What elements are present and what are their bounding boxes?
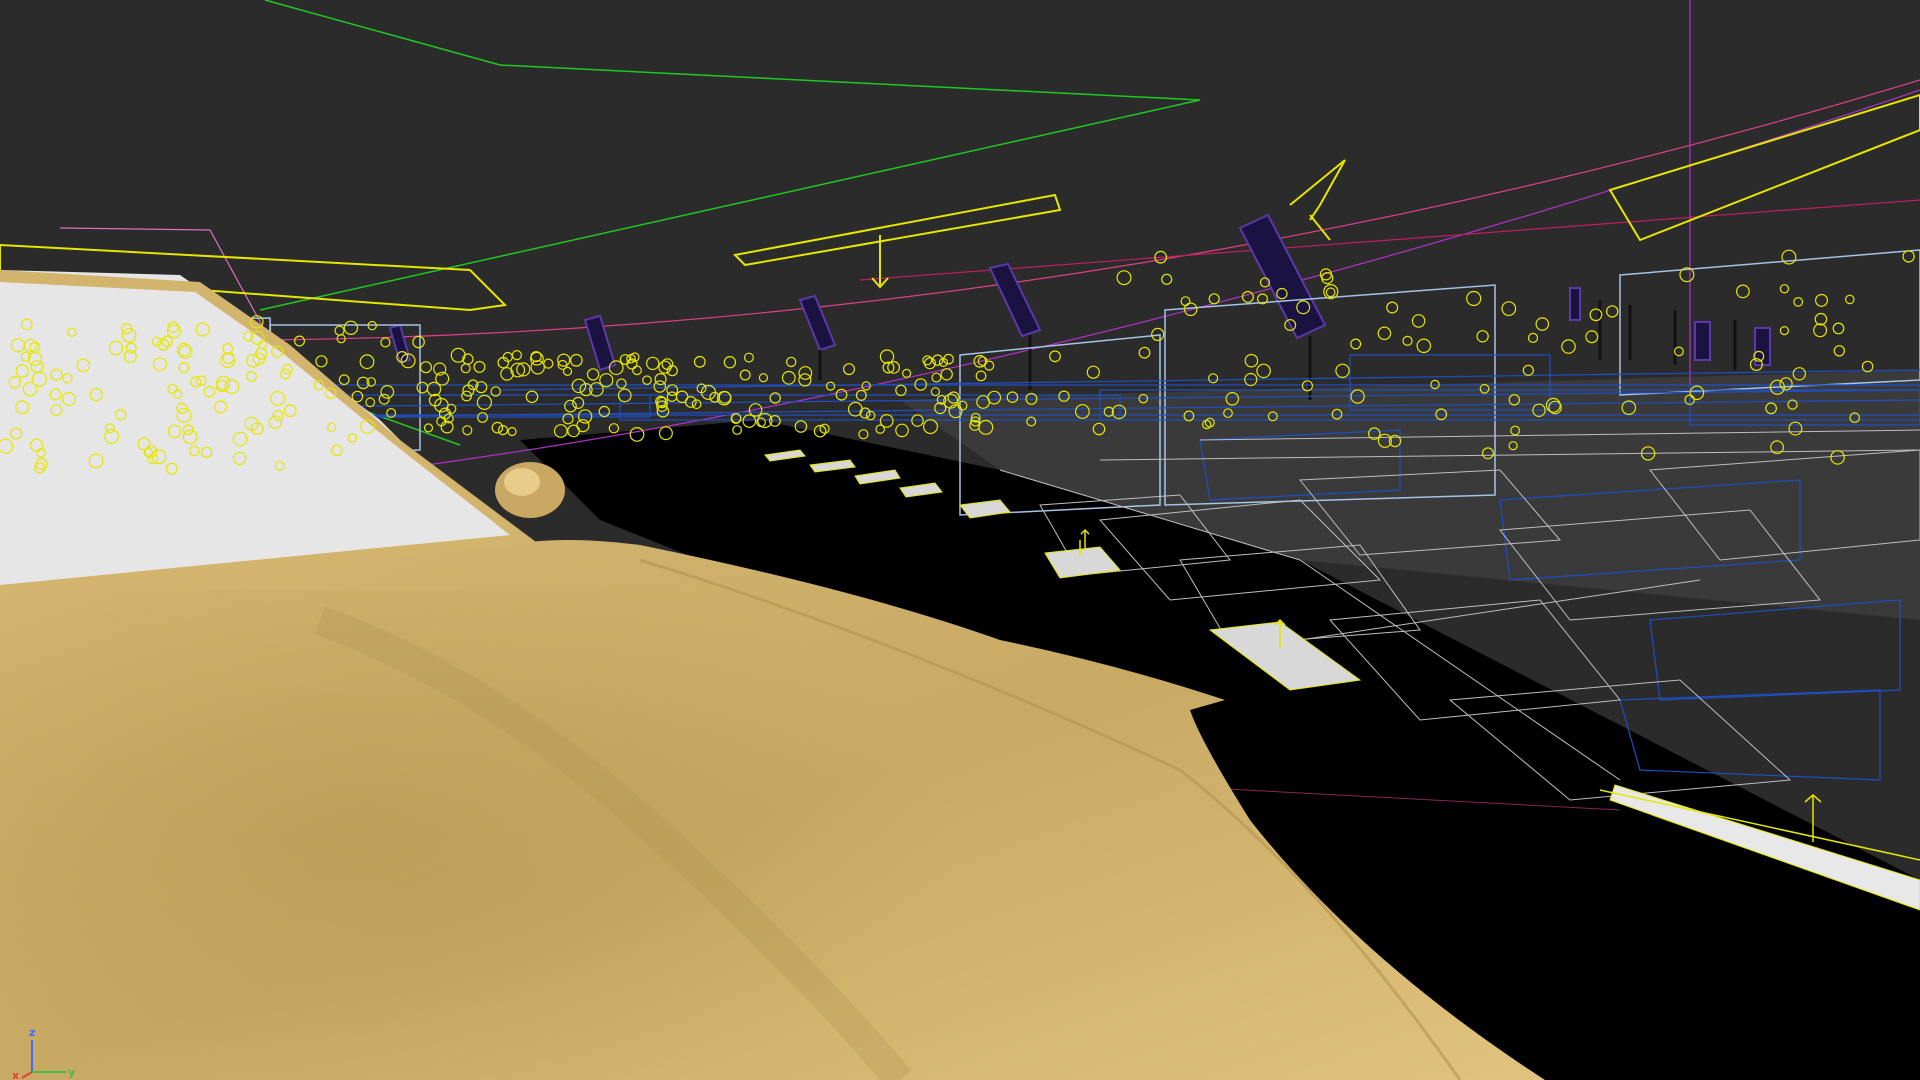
z-axis-label: z xyxy=(29,1026,35,1039)
x-axis-label: x xyxy=(12,1069,19,1080)
scene-render[interactable] xyxy=(0,0,1920,1080)
car-mirror-highlight xyxy=(504,468,540,496)
3d-viewport[interactable]: z y x xyxy=(0,0,1920,1080)
car-hood-shadow xyxy=(0,590,1000,1080)
axis-gizmo: z y x xyxy=(12,1026,75,1080)
y-axis-label: y xyxy=(68,1066,75,1079)
x-axis-line xyxy=(21,1071,33,1079)
